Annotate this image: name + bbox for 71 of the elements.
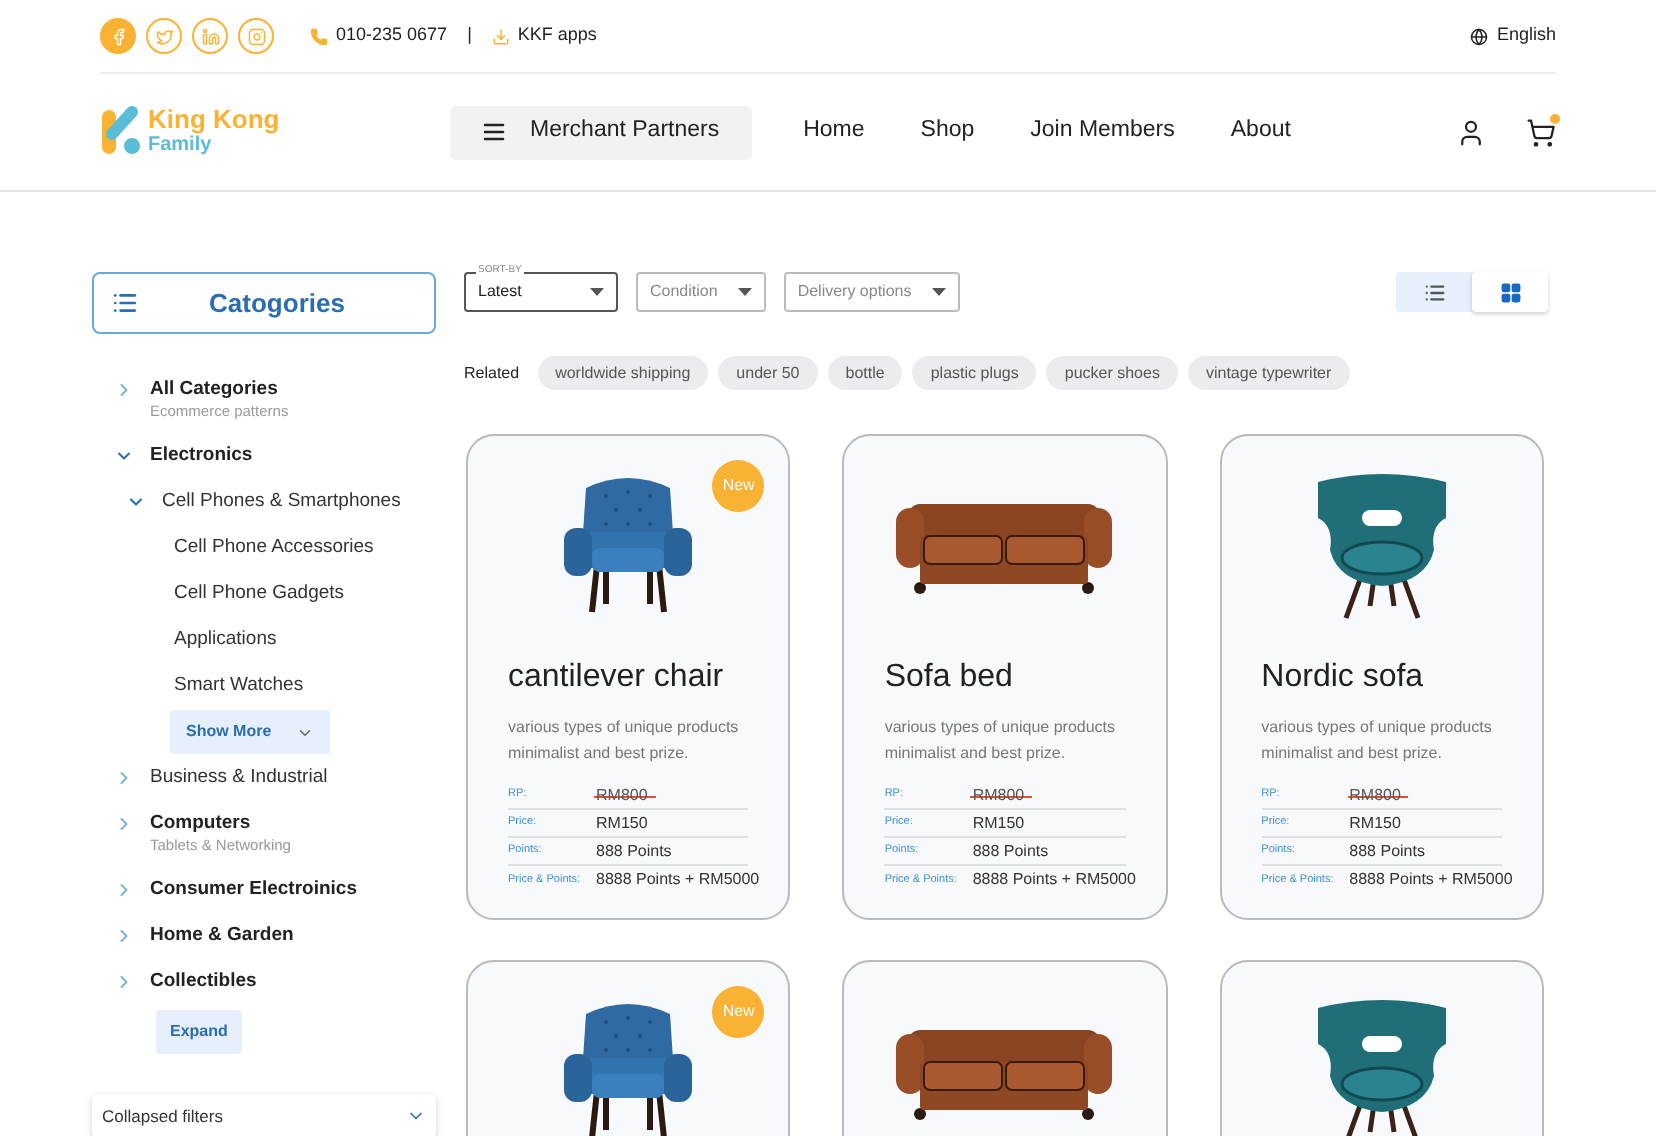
cart-icon[interactable] (1526, 117, 1556, 147)
related-label: Related (464, 361, 520, 385)
nav-link[interactable]: Home (803, 114, 865, 150)
detail-value: RM150 (596, 811, 648, 835)
related-tag[interactable]: worldwide shipping (537, 356, 709, 390)
grid-icon (1499, 281, 1521, 303)
filter-dropdown[interactable]: Condition (636, 272, 766, 312)
category-item[interactable]: Collectibles (150, 968, 257, 994)
category-item[interactable]: Cell Phone Accessories (174, 534, 374, 560)
product-title: Nordic sofa (1261, 658, 1426, 698)
merchant-partners-button[interactable]: Merchant Partners (450, 105, 752, 159)
instagram-link-icon[interactable] (238, 18, 274, 54)
caret-icon (931, 288, 946, 296)
expand-button[interactable]: Expand (156, 1010, 242, 1054)
related-tag[interactable]: plastic plugs (912, 356, 1037, 390)
category-item[interactable]: Smart Watches (174, 672, 304, 698)
detail-value: RM150 (1349, 811, 1401, 835)
logo-mark-icon (100, 106, 144, 158)
facebook-link-icon[interactable] (100, 18, 136, 54)
category-item[interactable]: All Categories (150, 376, 289, 402)
separator: | (467, 22, 472, 49)
category-item[interactable]: Cell Phone Gadgets (174, 580, 345, 606)
detail-value: 888 Points (1349, 839, 1425, 863)
related-tag[interactable]: vintage typewriter (1187, 356, 1350, 390)
phone-number: 010-235 0677 (336, 22, 448, 49)
category-item[interactable]: Applications (174, 626, 277, 652)
filter-dropdown[interactable]: Delivery options (783, 272, 960, 312)
detail-value: 888 Points (972, 839, 1049, 863)
globe-icon (1470, 27, 1489, 45)
grid-view-button[interactable] (1472, 272, 1548, 312)
category-item[interactable]: Consumer Electroinics (150, 876, 357, 902)
language-button[interactable]: English (1470, 22, 1556, 50)
related-tag[interactable]: under 50 (718, 356, 818, 390)
show-more-button[interactable]: Show More (170, 710, 330, 754)
category-item[interactable]: Computers (150, 810, 291, 836)
logo-subtitle: Family (148, 134, 214, 158)
category-item[interactable]: Home & Garden (150, 922, 294, 948)
phone-icon (310, 27, 328, 45)
user-icon[interactable] (1456, 117, 1486, 147)
detail-value: 8888 Points + RM5000 (1349, 868, 1513, 892)
logo-title: King Kong (148, 106, 280, 132)
detail-value: 888 Points (596, 839, 672, 863)
new-badge: New (712, 986, 765, 1038)
twitter-link-icon[interactable] (146, 18, 182, 54)
apps-link[interactable]: KKF apps (491, 22, 597, 50)
caret-icon (737, 288, 752, 296)
detail-value: 8888 Points + RM5000 (596, 868, 760, 892)
detail-value: RM150 (972, 811, 1025, 835)
list-icon (112, 290, 138, 316)
nav-link[interactable]: Shop (920, 114, 975, 150)
category-item[interactable]: Cell Phones & Smartphones (162, 488, 401, 514)
nav-link[interactable]: Join Members (1030, 114, 1175, 150)
menu-icon (482, 120, 506, 144)
detail-value: 8888 Points + RM5000 (972, 868, 1136, 892)
product-description: various types of unique products minimalist and best prize. (508, 716, 741, 766)
download-icon (491, 27, 510, 45)
related-tag[interactable]: pucker shoes (1046, 356, 1178, 390)
caret-icon (590, 288, 604, 296)
list-icon (1423, 281, 1445, 303)
product-description: various types of unique products minimalist and best prize. (884, 716, 1118, 766)
product-description: various types of unique products minimalist and best prize. (1261, 716, 1494, 766)
category-item[interactable]: Electronics (150, 442, 253, 468)
product-title: Sofa bed (884, 658, 1015, 698)
nav-link[interactable]: About (1230, 114, 1291, 150)
category-item[interactable]: Business & Industrial (150, 764, 328, 790)
categories-header-button[interactable]: Catogories (92, 272, 436, 334)
related-tag[interactable]: bottle (827, 356, 903, 390)
product-title: cantilever chair (508, 658, 726, 698)
new-badge: New (712, 460, 765, 512)
collapsed-filters-dropdown[interactable]: Collapsed filters (92, 1094, 436, 1136)
linkedin-link-icon[interactable] (192, 18, 228, 54)
